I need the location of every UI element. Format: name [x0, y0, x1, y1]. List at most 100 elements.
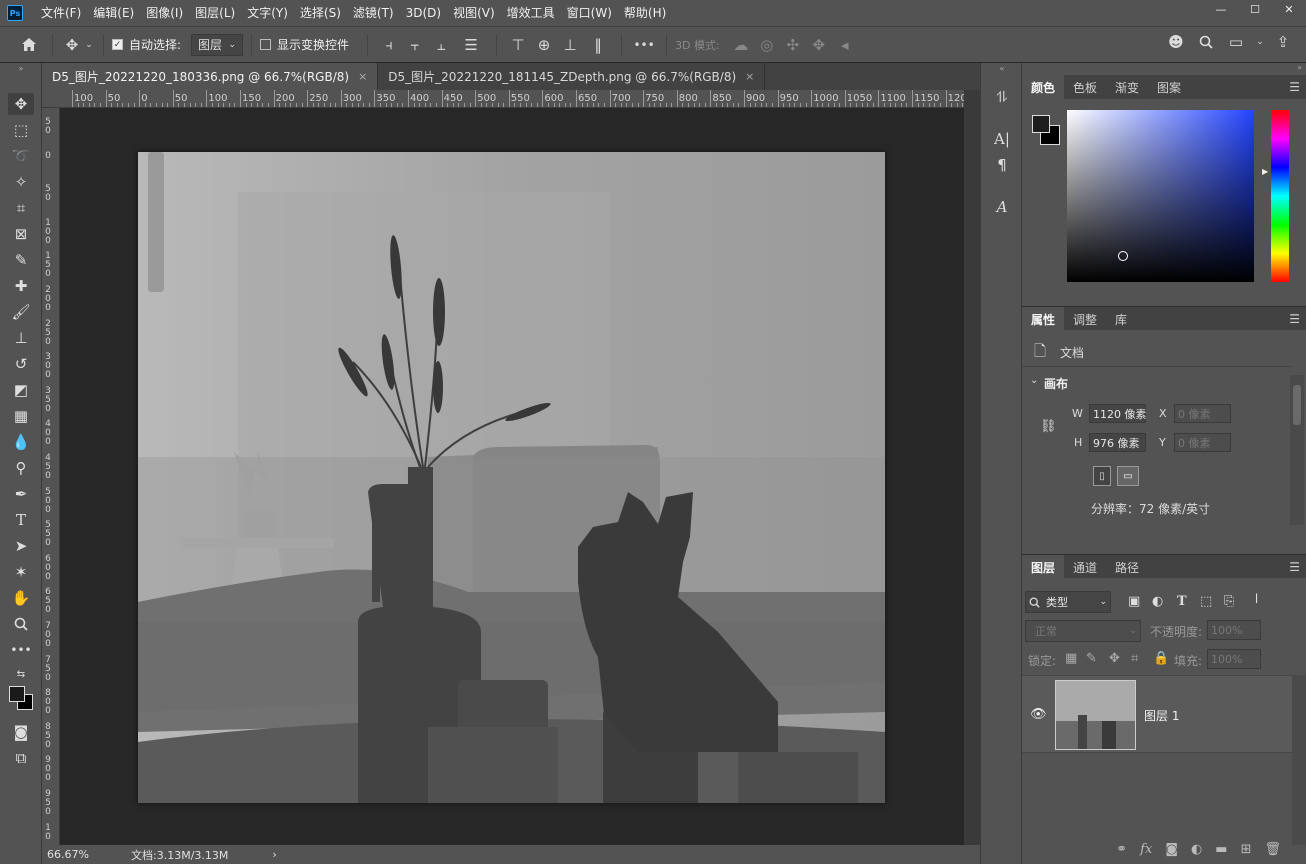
minimize-button[interactable]: —: [1204, 0, 1238, 18]
menu-item-0[interactable]: 文件(F): [35, 0, 87, 26]
fx-icon[interactable]: fx: [1140, 842, 1152, 857]
search-icon[interactable]: [1194, 33, 1218, 51]
screen-mode-icon[interactable]: ⧉: [8, 747, 34, 769]
panel-collapse-icon[interactable]: «: [989, 63, 1015, 73]
quick-mask-icon[interactable]: ◙: [8, 721, 34, 743]
move-tool-icon[interactable]: ✥: [61, 36, 83, 54]
healing-brush-tool-icon[interactable]: ✚: [8, 275, 34, 297]
tab-document-2[interactable]: D5_图片_20221220_181145_ZDepth.png @ 66.7%…: [378, 63, 766, 90]
paragraph-panel-icon[interactable]: ¶: [989, 153, 1015, 177]
more-tools-icon[interactable]: •••: [8, 639, 34, 661]
filter-adjustment-icon[interactable]: ◐: [1152, 594, 1163, 609]
share-icon[interactable]: ⇪: [1272, 33, 1294, 51]
tab-adjustments[interactable]: 调整: [1064, 307, 1106, 331]
eraser-tool-icon[interactable]: ◩: [8, 379, 34, 401]
hand-tool-icon[interactable]: ✋: [8, 587, 34, 609]
chevron-down-icon[interactable]: ⌄: [1030, 375, 1038, 386]
stamp-tool-icon[interactable]: ⊥: [8, 327, 34, 349]
hue-slider-handle-icon[interactable]: ▶: [1262, 167, 1268, 176]
align-middle-icon[interactable]: ⊕: [531, 36, 557, 54]
status-arrow-icon[interactable]: ›: [272, 848, 276, 861]
scrollbar-thumb[interactable]: [1293, 385, 1301, 425]
close-icon[interactable]: ×: [358, 70, 367, 83]
crop-tool-icon[interactable]: ⌗: [8, 197, 34, 219]
align-top-icon[interactable]: ⊤: [505, 36, 531, 54]
zoom-level[interactable]: 66.67%: [47, 848, 117, 861]
menu-item-3[interactable]: 图层(L): [189, 0, 241, 26]
height-field[interactable]: 976 像素: [1089, 433, 1146, 452]
menu-item-4[interactable]: 文字(Y): [241, 0, 294, 26]
layers-scrollbar[interactable]: [1292, 675, 1306, 845]
menu-item-10[interactable]: 窗口(W): [561, 0, 618, 26]
delete-layer-icon[interactable]: 🗑: [1264, 842, 1281, 857]
magic-wand-tool-icon[interactable]: ✧: [8, 171, 34, 193]
shape-tool-icon[interactable]: ✶: [8, 561, 34, 583]
layer-name[interactable]: 图层 1: [1144, 707, 1179, 724]
path-selection-tool-icon[interactable]: ➤: [8, 535, 34, 557]
tab-properties[interactable]: 属性: [1022, 307, 1065, 331]
portrait-orientation-icon[interactable]: ▯: [1093, 466, 1111, 486]
vertical-scrollbar[interactable]: [964, 90, 980, 845]
filter-smart-object-icon[interactable]: ⎘: [1224, 594, 1234, 609]
gradient-tool-icon[interactable]: ▦: [8, 405, 34, 427]
panel-collapse-icon[interactable]: »: [1297, 63, 1302, 72]
zoom-tool-icon[interactable]: [8, 613, 34, 635]
marquee-tool-icon[interactable]: ⬚: [8, 119, 34, 141]
menu-item-7[interactable]: 3D(D): [400, 0, 447, 26]
menu-item-1[interactable]: 编辑(E): [87, 0, 140, 26]
tab-swatches[interactable]: 色板: [1064, 75, 1106, 99]
panel-menu-icon[interactable]: ☰: [1289, 312, 1300, 326]
move-tool-icon[interactable]: ✥: [8, 93, 34, 115]
tab-gradients[interactable]: 渐变: [1106, 75, 1148, 99]
account-icon[interactable]: ☻: [1164, 33, 1188, 51]
maximize-button[interactable]: ☐: [1238, 0, 1272, 18]
color-swatches[interactable]: [7, 684, 33, 710]
lasso-tool-icon[interactable]: ➰: [8, 145, 34, 167]
more-options-icon[interactable]: •••: [630, 38, 658, 52]
home-icon[interactable]: [14, 37, 44, 52]
chevron-down-icon[interactable]: ⌄: [83, 40, 95, 50]
blur-tool-icon[interactable]: 💧: [8, 431, 34, 453]
auto-select-checkbox[interactable]: ✓: [112, 39, 123, 50]
tab-channels[interactable]: 通道: [1064, 555, 1106, 579]
history-brush-tool-icon[interactable]: ↺: [8, 353, 34, 375]
layer-row[interactable]: 👁 图层 1: [1022, 675, 1292, 753]
new-layer-icon[interactable]: ⊞: [1241, 842, 1252, 857]
new-group-icon[interactable]: ▬: [1215, 842, 1227, 857]
eyedropper-tool-icon[interactable]: ✎: [8, 249, 34, 271]
tab-layers[interactable]: 图层: [1022, 555, 1065, 579]
color-picker-cursor[interactable]: [1118, 251, 1128, 261]
character-panel-icon[interactable]: A|: [989, 127, 1015, 151]
distribute-icon[interactable]: ☰: [454, 36, 488, 54]
show-transform-checkbox[interactable]: [260, 39, 272, 50]
align-left-icon[interactable]: ⫞: [376, 36, 402, 54]
frame-tool-icon[interactable]: ⊠: [8, 223, 34, 245]
workspace-icon[interactable]: ▭: [1224, 33, 1248, 51]
eye-visibility-icon[interactable]: 👁: [1030, 707, 1047, 722]
filter-pixel-icon[interactable]: ▣: [1128, 594, 1140, 609]
swap-colors-icon[interactable]: ⇆: [8, 663, 34, 685]
color-field[interactable]: [1067, 110, 1254, 282]
menu-item-8[interactable]: 视图(V): [447, 0, 501, 26]
align-center-icon[interactable]: ⫟: [402, 36, 428, 54]
foreground-color-swatch[interactable]: [1032, 115, 1050, 133]
filter-toggle-icon[interactable]: ⏽: [1251, 591, 1262, 607]
brush-tool-icon[interactable]: 🖌: [8, 301, 34, 323]
menu-item-5[interactable]: 选择(S): [294, 0, 347, 26]
link-layers-icon[interactable]: ⚭: [1116, 842, 1127, 857]
align-bottom-icon[interactable]: ⊥: [557, 36, 583, 54]
layer-filter-dropdown[interactable]: 类型 ⌄: [1025, 591, 1111, 613]
tab-libraries[interactable]: 库: [1106, 307, 1136, 331]
chevron-down-icon[interactable]: ⌄: [1254, 33, 1266, 51]
menu-item-9[interactable]: 增效工具: [501, 0, 561, 26]
history-panel-icon[interactable]: ⥮: [989, 85, 1015, 109]
glyphs-panel-icon[interactable]: A: [989, 195, 1015, 219]
filter-type-icon[interactable]: T: [1177, 594, 1187, 609]
menu-item-6[interactable]: 滤镜(T): [347, 0, 400, 26]
dodge-tool-icon[interactable]: ⚲: [8, 457, 34, 479]
filter-shape-icon[interactable]: ⬚: [1200, 594, 1212, 609]
menu-item-2[interactable]: 图像(I): [140, 0, 189, 26]
distribute-vertical-icon[interactable]: ‖: [583, 36, 613, 54]
close-icon[interactable]: ×: [745, 70, 754, 83]
width-field[interactable]: 1120 像素: [1089, 404, 1147, 423]
